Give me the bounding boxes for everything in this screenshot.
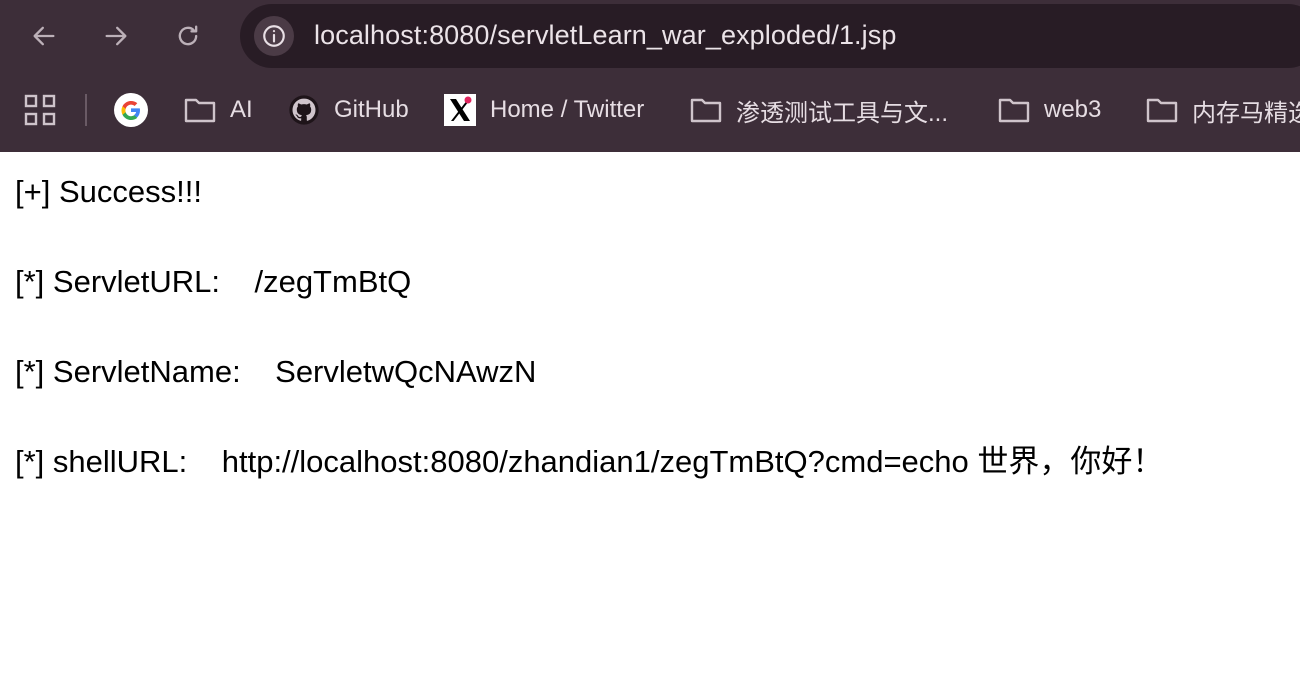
folder-icon xyxy=(1146,98,1178,123)
bookmark-google[interactable] xyxy=(114,90,148,130)
bookmark-folder-memshell[interactable]: 内存马精选 xyxy=(1146,90,1300,130)
folder-icon xyxy=(690,98,722,123)
bookmark-label: GitHub xyxy=(334,96,409,123)
folder-icon xyxy=(184,98,216,123)
success-line: [+] Success!!! xyxy=(15,174,202,209)
forward-arrow-icon xyxy=(105,26,127,46)
bookmark-label: 渗透测试工具与文... xyxy=(736,99,949,127)
address-bar[interactable]: localhost:8080/servletLearn_war_exploded… xyxy=(240,4,1300,68)
bookmark-folder-web3[interactable]: web3 xyxy=(998,90,1101,130)
servlet-name-line: [*] ServletName: ServletwQcNAwzN xyxy=(15,354,537,389)
bookmark-folder-pentest[interactable]: 渗透测试工具与文... xyxy=(690,90,948,130)
bookmark-label: 内存马精选 xyxy=(1192,99,1300,127)
url-text[interactable]: localhost:8080/servletLearn_war_exploded… xyxy=(314,20,896,51)
google-icon xyxy=(114,93,148,127)
bookmarks-bar: AI GitHub Home / Twitter 渗透测试工具与文... web… xyxy=(0,84,1300,136)
bookmark-label: Home / Twitter xyxy=(490,96,645,123)
info-icon xyxy=(263,25,285,47)
apps-grid-icon[interactable] xyxy=(24,94,56,126)
bookmark-label: web3 xyxy=(1044,96,1102,123)
bookmark-github[interactable]: GitHub xyxy=(288,90,409,130)
bookmarks-separator xyxy=(85,94,87,126)
servlet-url-line: [*] ServletURL: /zegTmBtQ xyxy=(15,264,412,299)
github-icon xyxy=(289,95,319,125)
browser-chrome: localhost:8080/servletLearn_war_exploded… xyxy=(0,0,1300,152)
back-button[interactable] xyxy=(24,16,64,56)
folder-icon xyxy=(998,98,1030,123)
reload-icon xyxy=(178,25,198,46)
bookmark-folder-ai[interactable]: AI xyxy=(184,90,253,130)
site-info-button[interactable] xyxy=(254,16,294,56)
back-arrow-icon xyxy=(33,26,55,46)
reload-button[interactable] xyxy=(168,16,208,56)
forward-button[interactable] xyxy=(96,16,136,56)
x-twitter-icon xyxy=(444,94,476,126)
bookmark-label: AI xyxy=(230,96,253,123)
bookmark-twitter[interactable]: Home / Twitter xyxy=(444,90,644,130)
shell-url-line: [*] shellURL: http://localhost:8080/zhan… xyxy=(15,444,1164,479)
